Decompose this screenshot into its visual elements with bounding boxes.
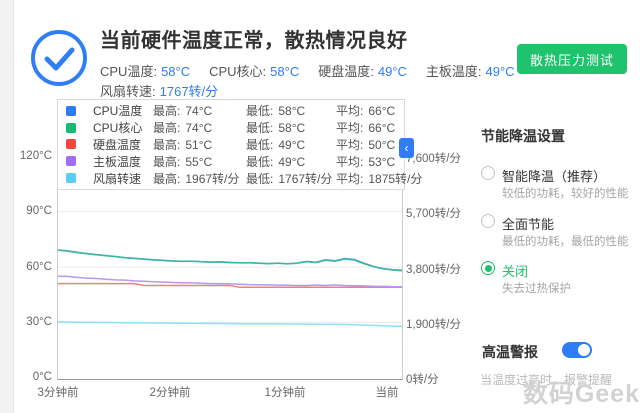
right-axis-tick: 1,900转/分 — [406, 319, 461, 331]
toggle-knob — [578, 344, 590, 356]
stat-board-temp: 主板温度: 49°C — [425, 64, 515, 79]
radio-icon[interactable] — [481, 261, 495, 275]
stat-cpu-core: CPU核心: 58°C — [209, 64, 300, 79]
fan-speed-color-chip — [66, 173, 76, 184]
radio-icon[interactable] — [481, 214, 495, 228]
cooling-settings-title: 节能降温设置 — [481, 128, 565, 144]
right-axis-tick: 3,800转/分 — [406, 264, 461, 276]
stats-row: CPU温度: 58°C CPU核心: 58°C 硬盘温度: 49°C 主板温度: 49°… — [100, 61, 515, 80]
right-axis-tick: 5,700转/分 — [406, 208, 461, 220]
left-axis-tick: 0°C — [32, 371, 52, 383]
board-temp-color-chip — [66, 156, 76, 167]
right-axis-tick: 0转/分 — [406, 374, 439, 386]
radio-icon[interactable] — [481, 166, 495, 180]
high-temp-alert-title: 高温警报 — [482, 344, 538, 360]
chart-legend: CPU温度 最高: 74°C 最低: 58°C 平均: 66°C CPU核心 最高: 7… — [57, 99, 422, 190]
x-axis-tick: 当前 — [375, 387, 399, 399]
legend-row-board-temp[interactable]: 主板温度 最高: 55°C 最低: 49°C 平均: 53°C — [58, 153, 404, 169]
left-axis-tick: 60°C — [26, 261, 52, 273]
stat-cpu-temp: CPU温度: 58°C — [100, 64, 191, 79]
high-temp-alert-toggle[interactable] — [562, 342, 592, 358]
disk-temp-color-chip — [66, 139, 76, 150]
legend-row-cpu-temp[interactable]: CPU温度 最高: 74°C 最低: 58°C 平均: 66°C — [58, 103, 404, 119]
cpu-temp-color-chip — [66, 105, 76, 116]
left-axis-tick: 120°C — [19, 150, 52, 162]
right-axis-tick: 7,600转/分 — [406, 153, 461, 165]
chart-series-lines — [58, 249, 402, 328]
cpu-core-color-chip — [66, 122, 76, 133]
stat-disk-temp: 硬盘温度: 49°C — [318, 64, 407, 79]
x-axis-tick: 2分钟前 — [149, 387, 191, 399]
check-circle-icon — [30, 29, 88, 87]
legend-row-cpu-core[interactable]: CPU核心 最高: 74°C 最低: 58°C 平均: 66°C — [58, 120, 404, 136]
left-axis-tick: 90°C — [26, 205, 52, 217]
x-axis-tick: 3分钟前 — [37, 387, 79, 399]
watermark: 数码Geek — [522, 380, 640, 408]
legend-row-disk-temp[interactable]: 硬盘温度 最高: 51°C 最低: 49°C 平均: 50°C — [58, 136, 404, 152]
chevron-left-icon[interactable]: ‹ — [399, 138, 414, 158]
page-title: 当前硬件温度正常，散热情况良好 — [100, 30, 408, 52]
heat-stress-test-button[interactable]: 散热压力测试 — [517, 44, 627, 74]
stat-fan-speed: 风扇转速: 1767转/分 — [100, 84, 219, 99]
x-axis-tick: 1分钟前 — [264, 387, 306, 399]
series-line-CPU核心 — [58, 249, 402, 272]
legend-row-fan-speed[interactable]: 风扇转速 最高: 1967转/分 最低: 1767转/分 平均: 1875转/分 — [58, 170, 422, 186]
temperature-monitor-panel: 当前硬件温度正常，散热情况良好 CPU温度: 58°C CPU核心: 58°C 硬盘… — [0, 0, 640, 413]
left-axis-tick: 30°C — [26, 316, 52, 328]
